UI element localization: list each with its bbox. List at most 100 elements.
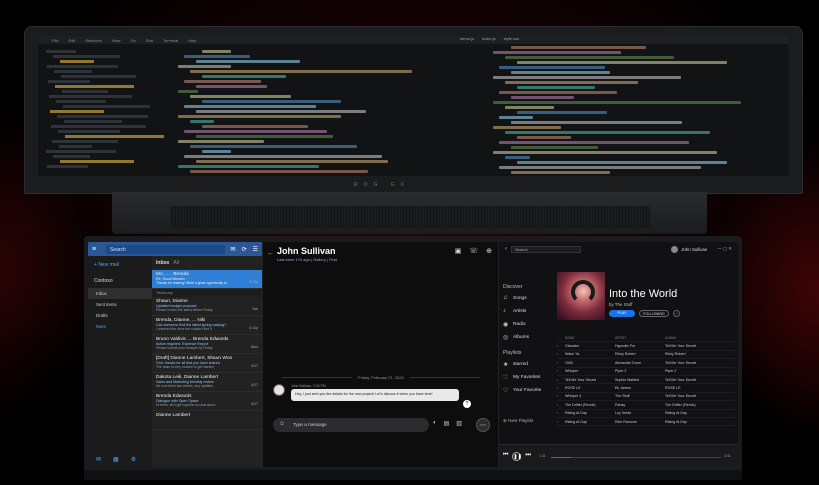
track-play-icon[interactable]: ▪	[557, 378, 565, 382]
track-play-icon[interactable]: ▪	[557, 352, 565, 356]
filter-dropdown[interactable]: All	[173, 260, 179, 266]
mail-search-input[interactable]: Search	[106, 244, 225, 254]
code-menu-item[interactable]: File	[52, 38, 58, 43]
track-row[interactable]: ▪ Wake Ya Ricky Robert Ricky Robert	[557, 351, 735, 360]
reaction-icon[interactable]: ?	[463, 400, 471, 408]
explorer-entry	[49, 95, 132, 98]
code-tab[interactable]: demo.js	[460, 36, 474, 41]
music-search-input[interactable]: Search	[511, 245, 581, 253]
play-button[interactable]: PLAY	[609, 310, 635, 317]
message-prev: The team is very excited to get started	[156, 365, 214, 369]
message-time: Mon	[251, 345, 258, 349]
audio-call-icon[interactable]: ☏	[469, 247, 478, 255]
image-icon[interactable]: ▤	[444, 420, 450, 427]
message-prev: Please review the latest before Friday	[156, 308, 213, 312]
track-play-icon[interactable]: ▪	[557, 361, 565, 365]
filter-icon[interactable]: ☰	[253, 246, 258, 253]
message-item[interactable]: Mo, ... , Brenda Re: Good Mission Thanks f…	[152, 270, 262, 289]
code-tab[interactable]: style.css	[504, 36, 519, 41]
track-row[interactable]: ▪ Whisper Piper 2 Piper 2	[557, 368, 735, 376]
message-item[interactable]: Brenda, Dianne, ... Niki Can someone find…	[152, 316, 262, 335]
new-playlist-button[interactable]: ⊕ New Playlist	[499, 412, 537, 430]
more-icon[interactable]: ⋯	[673, 310, 680, 317]
column-header[interactable]: SONG	[565, 336, 615, 340]
gif-icon[interactable]: ◐	[433, 420, 437, 427]
hamburger-icon[interactable]: ≡	[92, 246, 100, 253]
compose-icon[interactable]: ✉	[231, 246, 236, 253]
track-play-icon[interactable]: ▪	[557, 386, 565, 390]
track-row[interactable]: ▪ 1000 Alexander Drum Tell Me Your Secret	[557, 359, 735, 368]
code-menu-item[interactable]: Run	[146, 38, 153, 43]
message-item[interactable]: Shaun, Dianne Updated budget proposal Plea…	[152, 297, 262, 316]
folder-drafts[interactable]: Drafts	[88, 310, 152, 321]
code-line	[499, 166, 702, 169]
code-line	[202, 150, 231, 153]
add-person-icon[interactable]: ⊕	[486, 247, 492, 255]
chat-tools: ◐ ▤ ▥	[433, 420, 462, 427]
code-line	[517, 136, 571, 139]
code-tab[interactable]: index.js	[482, 36, 496, 41]
explorer-entry	[60, 60, 94, 63]
message-item[interactable]: Dakota Leik, Dianne Lambert Sales and Mar…	[152, 373, 262, 392]
track-row[interactable]: ▪ Riding At Day Rich Ramone Riding At Day	[557, 418, 735, 427]
window-controls[interactable]: — ▢ ✕	[717, 246, 732, 252]
user-menu[interactable]: John Sullivan	[671, 245, 707, 253]
track-cell: Riding At Day	[565, 411, 587, 416]
message-item[interactable]: [Draft] Dianne Lambert, Shaun Woo Fwd: th…	[152, 354, 262, 373]
track-row[interactable]: ▪ Gianolex Hypnotic Fur Tell Me Your Secret	[557, 342, 735, 351]
message-input[interactable]: ☺ Type a message	[273, 418, 429, 432]
message-item[interactable]: Dianne Lambert	[152, 411, 262, 430]
code-line	[184, 80, 262, 83]
track-cell: Hypnotic Fur	[615, 344, 636, 349]
video-call-icon[interactable]: ▣	[455, 247, 462, 255]
back-arrow-icon[interactable]: ‹	[505, 246, 507, 252]
explorer-entry	[54, 70, 92, 73]
progress-slider[interactable]	[551, 457, 721, 458]
pause-icon[interactable]: ❚❚	[512, 452, 522, 461]
track-play-icon[interactable]: ▪	[557, 394, 565, 398]
track-row[interactable]: ▪ Tell Me Your Secret Sophie Marfied Tell M…	[557, 376, 735, 385]
calendar-icon[interactable]: ▦	[113, 456, 119, 463]
mail-icon[interactable]: ✉	[96, 456, 101, 463]
code-line	[184, 130, 328, 133]
track-row[interactable]: ▪ ROSE LE Ek James ROSE LE	[557, 384, 735, 393]
new-mail-button[interactable]: + New mail	[88, 256, 152, 274]
settings-icon[interactable]: ⚙	[131, 456, 136, 463]
more-options-icon[interactable]: ⋯	[476, 418, 490, 432]
message-item[interactable]: Bruno Valdivic ... Brenda Edwards Action …	[152, 335, 262, 354]
track-play-icon[interactable]: ▪	[557, 403, 565, 407]
folder-more[interactable]: More	[88, 321, 152, 332]
contact-card-icon[interactable]: ▥	[456, 420, 462, 427]
track-play-icon[interactable]: ▪	[557, 369, 565, 373]
code-line	[505, 131, 710, 134]
track-row[interactable]: ▪ Riding At Day Luy Vrede Riding At Day	[557, 410, 735, 418]
message-meta: John Sullivan, 2:30 PM	[291, 384, 326, 388]
code-line	[178, 140, 264, 143]
code-line	[493, 51, 621, 54]
back-arrow-icon[interactable]: ←	[267, 250, 274, 257]
album-art	[557, 272, 605, 320]
code-menu-item[interactable]: Edit	[68, 38, 75, 43]
code-menu-item[interactable]: Terminal	[163, 38, 178, 43]
next-icon[interactable]: ⏭	[525, 452, 530, 461]
code-menu-item[interactable]: Help	[188, 38, 196, 43]
follow-button[interactable]: FOLLOWING	[639, 310, 669, 317]
code-menu-item[interactable]: Go	[130, 38, 135, 43]
previous-icon[interactable]: ⏮	[503, 452, 508, 461]
track-play-icon[interactable]: ▪	[557, 420, 565, 424]
folder-sent[interactable]: Sent items	[88, 299, 152, 310]
track-row[interactable]: ▪ The Drifter (Remix) Parlay The Drifter (R…	[557, 401, 735, 410]
sync-icon[interactable]: ⟳	[242, 246, 247, 253]
track-play-icon[interactable]: ▪	[557, 411, 565, 415]
column-header[interactable]: ARTIST	[615, 336, 665, 340]
emoji-icon[interactable]: ☺	[279, 421, 285, 427]
code-menu-item[interactable]: Selection	[85, 38, 101, 43]
track-play-icon[interactable]: ▪	[557, 344, 565, 348]
code-menu-item[interactable]: View	[112, 38, 121, 43]
message-item[interactable]: Brenda Edwards Dialogue with Open Space Hi…	[152, 392, 262, 411]
account-name[interactable]: Contoso	[88, 274, 152, 288]
folder-inbox[interactable]: Inbox	[88, 288, 152, 299]
column-header[interactable]: ALBUM	[665, 336, 735, 340]
track-row[interactable]: ▪ Whisper 3 The Stuff Tell Me Your Secret	[557, 393, 735, 402]
code-line	[517, 161, 727, 164]
